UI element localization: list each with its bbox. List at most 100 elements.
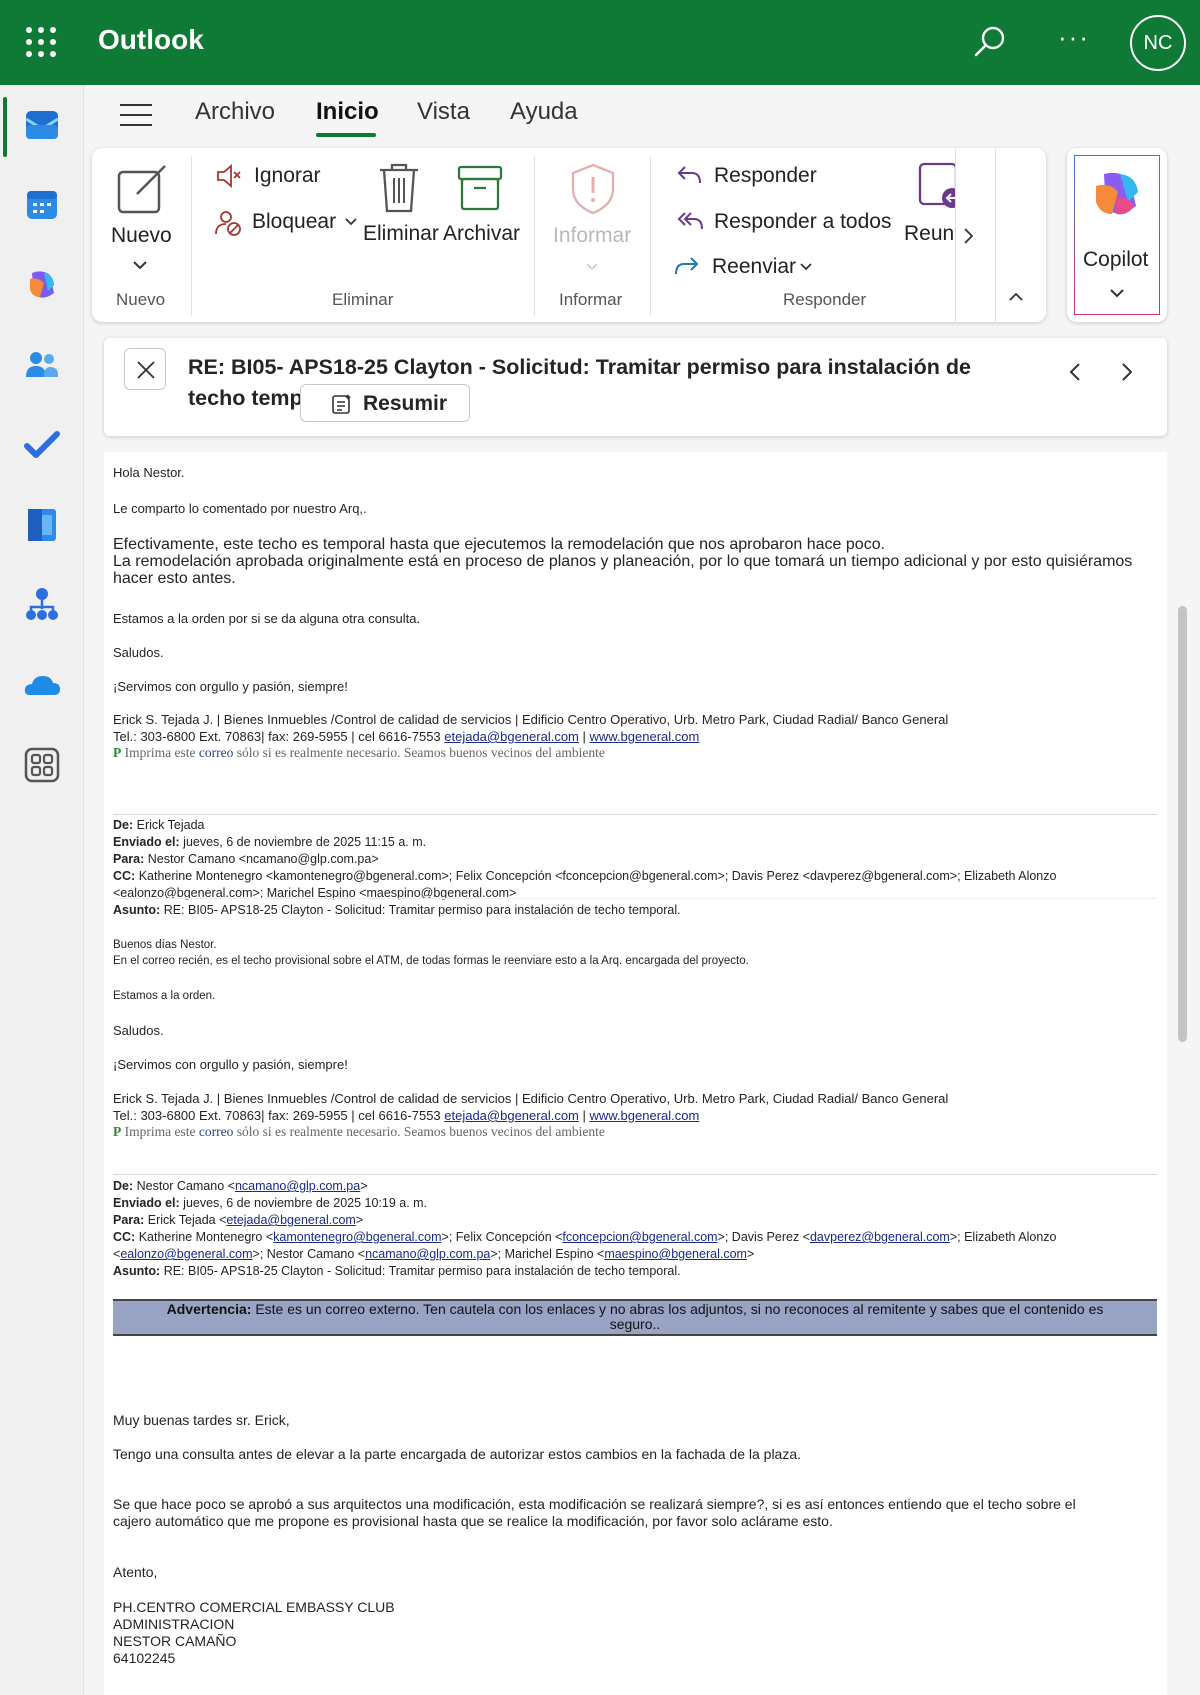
reply-icon[interactable] bbox=[676, 164, 702, 186]
body-text: Buenos días Nestor. bbox=[113, 939, 217, 951]
eco-text: correo bbox=[198, 745, 234, 760]
chevron-left-icon[interactable] bbox=[1064, 360, 1088, 384]
warning-line: Advertencia: Este es un correo externo. … bbox=[113, 1302, 1157, 1317]
field-value: > bbox=[746, 1247, 755, 1261]
calendar-icon[interactable] bbox=[22, 185, 62, 225]
tab-archivo[interactable]: Archivo bbox=[195, 98, 275, 126]
chevron-up-icon[interactable] bbox=[1008, 291, 1024, 303]
quote-header-sent: Enviado el: jueves, 6 de noviembre de 20… bbox=[113, 1196, 427, 1210]
body-text: Tengo una consulta antes de elevar a la … bbox=[113, 1446, 802, 1462]
reply-button[interactable]: Responder bbox=[714, 164, 817, 188]
more-apps-icon[interactable] bbox=[22, 745, 62, 785]
website-link[interactable]: www.bgeneral.com bbox=[590, 729, 700, 744]
body-text: Atento, bbox=[113, 1564, 158, 1580]
forward-button[interactable]: Reenviar bbox=[712, 255, 796, 279]
email-link[interactable]: maespino@bgeneral.com bbox=[604, 1247, 747, 1261]
summarize-button[interactable]: Resumir bbox=[300, 384, 470, 422]
avatar[interactable]: NC bbox=[1130, 15, 1186, 71]
delete-button[interactable]: Eliminar bbox=[363, 222, 439, 246]
email-link[interactable]: etejada@bgeneral.com bbox=[444, 729, 579, 744]
quote-header-subject: Asunto: RE: BI05- APS18-25 Clayton - Sol… bbox=[113, 1264, 681, 1278]
tab-ayuda[interactable]: Ayuda bbox=[510, 98, 578, 126]
reply-all-icon[interactable] bbox=[676, 210, 704, 232]
email-link[interactable]: etejada@bgeneral.com bbox=[444, 1108, 579, 1123]
external-warning-banner: Advertencia: Este es un correo externo. … bbox=[113, 1299, 1157, 1336]
field-label: CC: bbox=[113, 1230, 136, 1244]
tab-inicio[interactable]: Inicio bbox=[316, 98, 379, 126]
tab-vista[interactable]: Vista bbox=[417, 98, 470, 126]
quote-header-from: De: Erick Tejada bbox=[113, 818, 205, 832]
meeting-icon[interactable] bbox=[918, 162, 956, 212]
close-button[interactable] bbox=[124, 348, 166, 390]
divider bbox=[113, 1174, 1157, 1175]
archive-icon[interactable] bbox=[456, 164, 504, 212]
onedrive-icon[interactable] bbox=[22, 665, 62, 705]
block-icon[interactable] bbox=[214, 209, 242, 237]
body-text: Muy buenas tardes sr. Erick, bbox=[113, 1412, 290, 1428]
warning-text: Este es un correo externo. Ten cautela c… bbox=[251, 1301, 1104, 1317]
website-link[interactable]: www.bgeneral.com bbox=[590, 1108, 700, 1123]
archive-button[interactable]: Archivar bbox=[443, 222, 520, 246]
group-label-nuevo: Nuevo bbox=[116, 290, 166, 309]
more-options-button[interactable]: ··· bbox=[1058, 22, 1090, 53]
reply-all-button[interactable]: Responder a todos bbox=[714, 210, 891, 234]
app-title: Outlook bbox=[98, 24, 204, 55]
app-launcher-icon[interactable] bbox=[26, 27, 56, 57]
email-link[interactable]: ealonzo@bgeneral.com bbox=[120, 1247, 252, 1261]
close-icon[interactable] bbox=[136, 360, 156, 380]
mail-icon[interactable] bbox=[22, 105, 62, 145]
email-link[interactable]: fconcepcion@bgeneral.com bbox=[562, 1230, 717, 1244]
eco-leaf-glyph: P bbox=[113, 1124, 122, 1139]
top-bar: Outlook ··· NC bbox=[0, 0, 1200, 85]
ignore-button[interactable]: Ignorar bbox=[254, 164, 321, 188]
copilot-icon[interactable] bbox=[1090, 168, 1144, 222]
body-text: Hola Nestor. bbox=[113, 465, 185, 480]
org-chart-icon[interactable] bbox=[22, 585, 62, 625]
ribbon-divider bbox=[650, 156, 651, 316]
trash-icon[interactable] bbox=[376, 162, 422, 214]
search-icon[interactable] bbox=[972, 24, 1008, 60]
people-icon[interactable] bbox=[22, 345, 62, 385]
field-label: Enviado el: bbox=[113, 1196, 180, 1210]
email-link[interactable]: davperez@bgeneral.com bbox=[810, 1230, 950, 1244]
message-body: Hola Nestor. Le comparto lo comentado po… bbox=[104, 452, 1167, 1695]
chevron-down-icon[interactable] bbox=[132, 259, 148, 271]
field-value: jueves, 6 de noviembre de 2025 11:15 a. … bbox=[179, 835, 427, 849]
email-link[interactable]: kamontenegro@bgeneral.com bbox=[273, 1230, 441, 1244]
signature-line: Erick S. Tejada J. | Bienes Inmuebles /C… bbox=[113, 1091, 949, 1106]
field-label: CC: bbox=[113, 869, 136, 883]
signature-phone: Tel.: 303-6800 Ext. 70863| fax: 269-5955… bbox=[113, 729, 445, 744]
email-link[interactable]: ncamano@glp.com.pa bbox=[235, 1179, 360, 1193]
meeting-button[interactable]: Reuni bbox=[904, 222, 956, 246]
chevron-right-icon[interactable] bbox=[962, 227, 976, 245]
ribbon-divider bbox=[191, 156, 192, 316]
chevron-down-icon[interactable] bbox=[799, 262, 813, 272]
scrollbar[interactable] bbox=[1178, 606, 1187, 1042]
chevron-down-icon[interactable] bbox=[344, 217, 358, 227]
chevron-down-icon[interactable] bbox=[1109, 287, 1125, 299]
quote-header-from: De: Nestor Camano <ncamano@glp.com.pa> bbox=[113, 1179, 368, 1193]
hamburger-menu-icon[interactable] bbox=[120, 100, 152, 128]
quote-header-cc: CC: Katherine Montenegro <kamontenegro@b… bbox=[113, 869, 1056, 883]
field-label: Para: bbox=[113, 1213, 145, 1227]
email-link[interactable]: etejada@bgeneral.com bbox=[226, 1213, 355, 1227]
body-text: Saludos. bbox=[113, 1023, 164, 1038]
new-mail-icon[interactable] bbox=[115, 162, 169, 216]
field-value: >; Davis Perez < bbox=[717, 1230, 810, 1244]
new-button[interactable]: Nuevo bbox=[111, 224, 172, 248]
word-icon[interactable] bbox=[22, 505, 62, 545]
group-label-eliminar: Eliminar bbox=[332, 290, 394, 309]
signature-line: PH.CENTRO COMERCIAL EMBASSY CLUB bbox=[113, 1599, 395, 1615]
copilot-icon[interactable] bbox=[22, 265, 62, 305]
field-value: Katherine Montenegro <kamontenegro@bgene… bbox=[135, 869, 1057, 883]
group-label-responder: Responder bbox=[783, 290, 867, 309]
block-button[interactable]: Bloquear bbox=[252, 210, 336, 234]
forward-icon[interactable] bbox=[674, 255, 700, 277]
quote-header-sent: Enviado el: jueves, 6 de noviembre de 20… bbox=[113, 835, 426, 849]
field-value: >; Nestor Camano < bbox=[252, 1247, 366, 1261]
email-link[interactable]: ncamano@glp.com.pa bbox=[365, 1247, 490, 1261]
ignore-icon[interactable] bbox=[216, 163, 242, 189]
chevron-right-icon[interactable] bbox=[1114, 360, 1138, 384]
body-text: Estamos a la orden. bbox=[113, 990, 216, 1002]
todo-icon[interactable] bbox=[22, 425, 62, 465]
